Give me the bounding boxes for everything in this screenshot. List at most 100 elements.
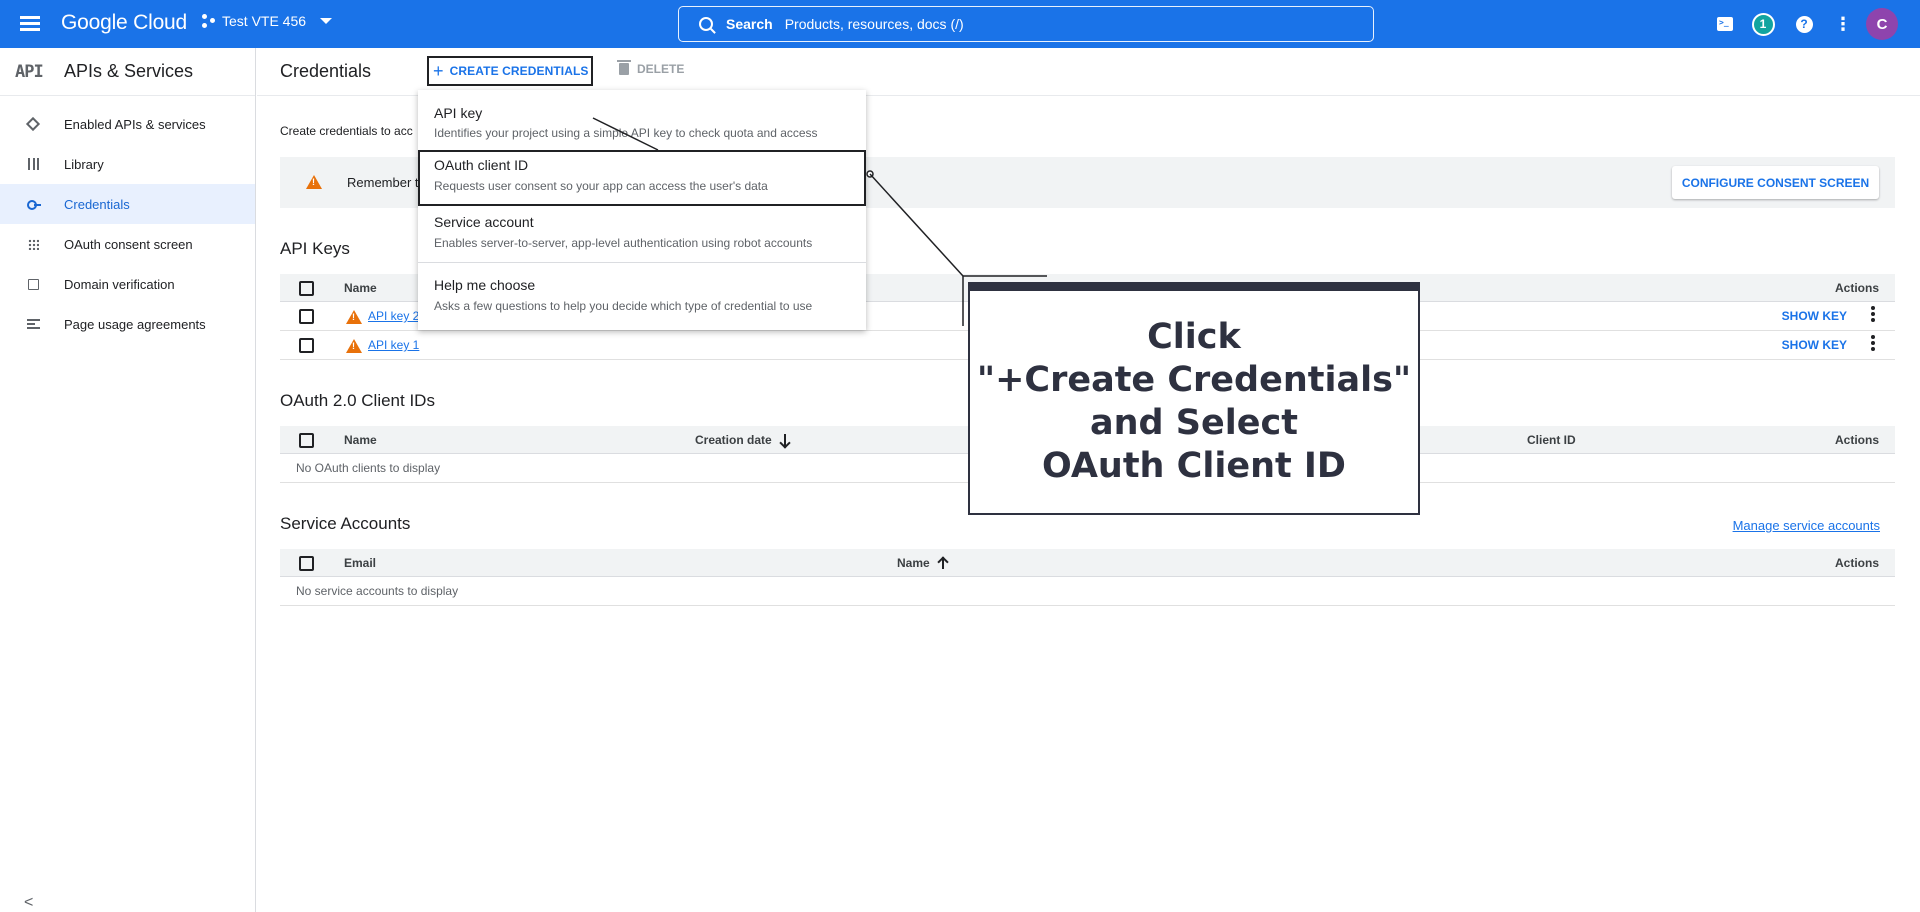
agreements-icon xyxy=(26,317,40,331)
column-header-name[interactable]: Name xyxy=(344,281,377,295)
project-dots-icon xyxy=(202,14,216,28)
help-icon[interactable]: ? xyxy=(1792,12,1816,36)
api-key-link[interactable]: API key 2 xyxy=(368,309,419,323)
intro-text: Create credentials to acc xyxy=(280,124,413,138)
empty-oauth-message: No OAuth clients to display xyxy=(296,461,441,475)
sidebar-item-credentials[interactable]: Credentials xyxy=(0,184,255,224)
select-all-checkbox[interactable] xyxy=(299,433,314,448)
menu-item-description: Identifies your project using a simple A… xyxy=(434,126,818,140)
domain-check-icon xyxy=(26,277,40,291)
search-label: Search xyxy=(726,16,773,32)
plus-icon: + xyxy=(433,60,444,81)
sidebar-item-oauth-consent[interactable]: OAuth consent screen xyxy=(0,224,255,264)
trash-icon xyxy=(617,60,631,75)
page-header: Credentials + CREATE CREDENTIALS DELETE xyxy=(257,48,1920,96)
column-header-actions: Actions xyxy=(1834,556,1879,570)
sidebar-item-label: Library xyxy=(64,156,104,172)
search-icon xyxy=(699,17,713,31)
show-key-button[interactable]: SHOW KEY xyxy=(1782,309,1847,323)
menu-item-description: Asks a few questions to help you decide … xyxy=(434,299,813,313)
menu-item-description: Requests user consent so your app can ac… xyxy=(434,179,768,193)
sidebar-nav: Enabled APIs & services Library Credenti… xyxy=(0,104,255,344)
create-credentials-button[interactable]: + CREATE CREDENTIALS xyxy=(427,56,593,86)
warning-icon xyxy=(346,339,362,353)
delete-button[interactable]: DELETE xyxy=(617,60,685,76)
callout-line: "+Create Credentials" xyxy=(976,360,1412,400)
menu-item-title: OAuth client ID xyxy=(434,157,529,173)
empty-service-accounts-message: No service accounts to display xyxy=(296,584,459,598)
sidebar-item-label: Credentials xyxy=(64,196,130,212)
callout-line: OAuth Client ID xyxy=(1042,446,1346,486)
row-checkbox[interactable] xyxy=(299,309,314,324)
column-header-creation-date[interactable]: Creation date xyxy=(695,433,790,447)
menu-item-title: Help me choose xyxy=(434,277,536,293)
row-actions-icon[interactable] xyxy=(1871,306,1875,324)
manage-service-accounts-link[interactable]: Manage service accounts xyxy=(1733,518,1880,533)
empty-row xyxy=(280,577,1895,606)
sidebar-item-label: Page usage agreements xyxy=(64,316,206,332)
column-header-actions: Actions xyxy=(1834,433,1879,447)
select-all-checkbox[interactable] xyxy=(299,556,314,571)
key-icon xyxy=(26,197,41,211)
create-credentials-menu: API key Identifies your project using a … xyxy=(418,90,866,330)
menu-item-service-account[interactable]: Service account Enables server-to-server… xyxy=(418,206,866,262)
delete-label: DELETE xyxy=(637,62,685,76)
sidebar-item-label: Enabled APIs & services xyxy=(64,116,206,132)
select-all-checkbox[interactable] xyxy=(299,281,314,296)
callout-line: Click xyxy=(1147,317,1241,357)
cloud-shell-icon[interactable] xyxy=(1713,12,1737,36)
sidebar: API APIs & Services Enabled APIs & servi… xyxy=(0,48,256,912)
page-title: Credentials xyxy=(280,61,372,81)
sidebar-item-enabled-apis[interactable]: Enabled APIs & services xyxy=(0,104,255,144)
sidebar-item-page-usage[interactable]: Page usage agreements xyxy=(0,304,255,344)
banner-text: Remember t xyxy=(347,175,419,190)
configure-consent-screen-button[interactable]: CONFIGURE CONSENT SCREEN xyxy=(1672,166,1879,199)
sidebar-item-label: Domain verification xyxy=(64,276,175,292)
search-bar[interactable]: Search Products, resources, docs (/) xyxy=(678,6,1374,42)
consent-icon xyxy=(26,237,40,251)
callout-line: and Select xyxy=(1090,403,1298,443)
sidebar-header: API APIs & Services xyxy=(0,48,255,96)
instruction-callout: Click "+Create Credentials" and Select O… xyxy=(968,282,1420,515)
sidebar-title: APIs & Services xyxy=(64,61,194,81)
menu-item-description: Enables server-to-server, app-level auth… xyxy=(434,236,813,250)
service-accounts-title: Service Accounts xyxy=(280,514,411,533)
project-name: Test VTE 456 xyxy=(222,13,307,29)
library-icon xyxy=(26,157,40,171)
column-header-actions: Actions xyxy=(1834,281,1879,295)
hamburger-menu-icon[interactable] xyxy=(20,13,42,35)
sidebar-item-label: OAuth consent screen xyxy=(64,236,193,252)
apis-icon xyxy=(25,116,41,132)
sidebar-item-domain-verification[interactable]: Domain verification xyxy=(0,264,255,304)
more-options-icon[interactable]: ⋮ xyxy=(1831,12,1855,36)
column-header-client-id[interactable]: Client ID xyxy=(1527,433,1576,447)
chevron-down-icon xyxy=(320,18,333,24)
row-checkbox[interactable] xyxy=(299,338,314,353)
show-key-button[interactable]: SHOW KEY xyxy=(1782,338,1847,352)
search-placeholder: Products, resources, docs (/) xyxy=(784,16,964,32)
row-actions-icon[interactable] xyxy=(1871,335,1875,353)
sort-descending-icon xyxy=(780,434,790,446)
menu-item-help-me-choose[interactable]: Help me choose Asks a few questions to h… xyxy=(418,263,866,330)
api-keys-title: API Keys xyxy=(280,239,350,258)
warning-icon xyxy=(346,310,362,324)
column-header-name[interactable]: Name xyxy=(344,433,377,447)
api-key-link[interactable]: API key 1 xyxy=(368,338,419,352)
sort-ascending-icon xyxy=(938,557,948,569)
column-header-email[interactable]: Email xyxy=(344,556,376,570)
menu-item-api-key[interactable]: API key Identifies your project using a … xyxy=(418,90,866,150)
service-accounts-header: Email Name Actions xyxy=(280,549,1895,577)
column-header-name[interactable]: Name xyxy=(897,556,948,570)
warning-icon xyxy=(306,175,322,189)
api-logo-icon: API xyxy=(15,61,44,82)
project-picker[interactable]: Test VTE 456 xyxy=(202,13,333,29)
avatar[interactable]: C xyxy=(1866,8,1898,40)
menu-item-oauth-client-id[interactable]: OAuth client ID Requests user consent so… xyxy=(418,150,866,206)
google-cloud-logo[interactable]: Google Cloud xyxy=(61,11,187,35)
menu-item-title: Service account xyxy=(434,214,534,230)
collapse-sidebar-icon[interactable]: < xyxy=(24,894,33,912)
sidebar-item-library[interactable]: Library xyxy=(0,144,255,184)
menu-item-title: API key xyxy=(434,105,483,121)
notification-count-badge: 1 xyxy=(1751,12,1775,36)
notifications-button[interactable]: 1 xyxy=(1751,12,1775,36)
